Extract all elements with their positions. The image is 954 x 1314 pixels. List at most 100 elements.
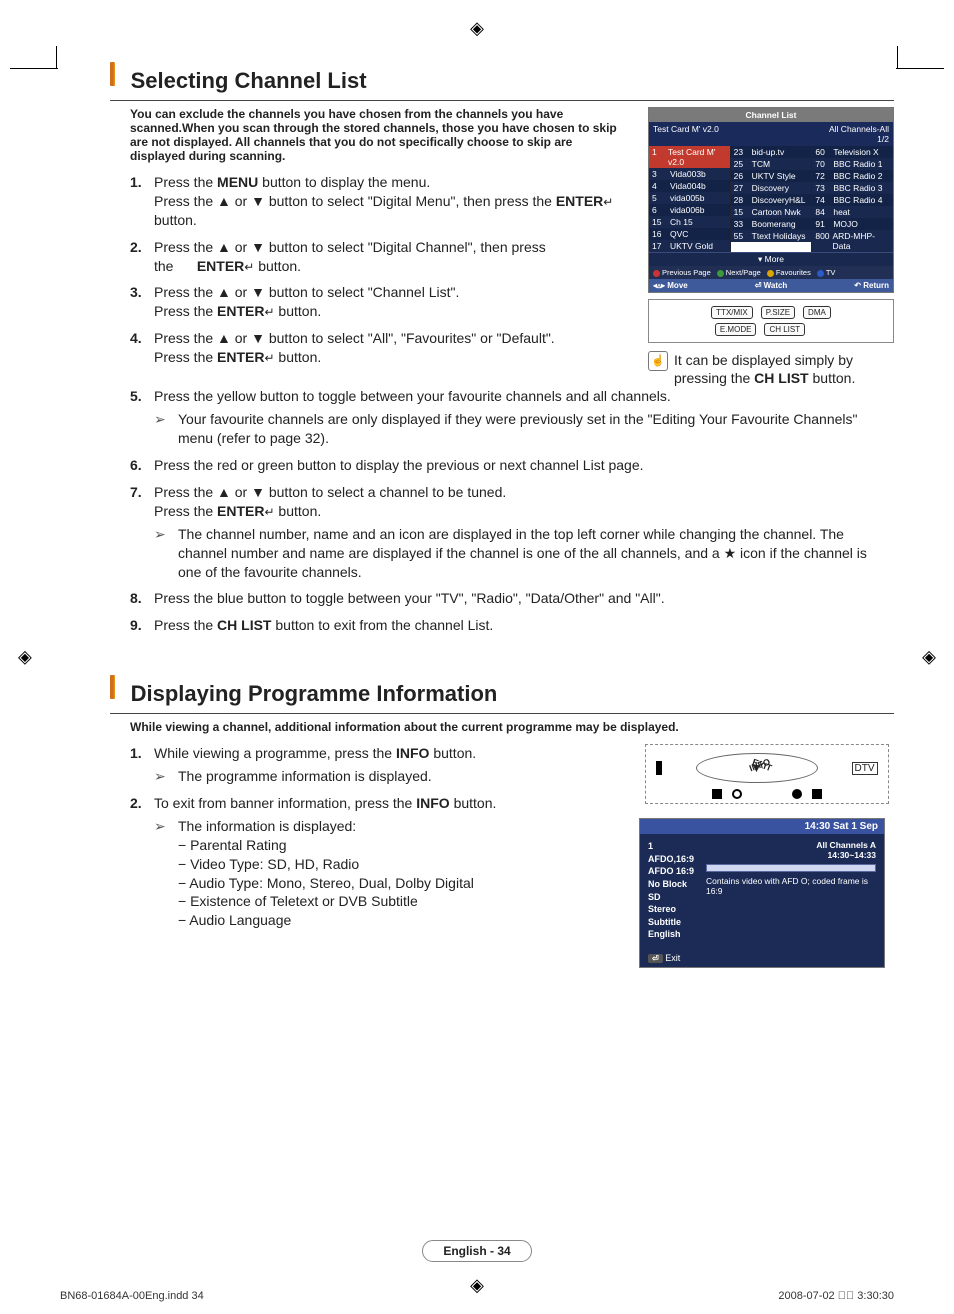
dtv-logo: DTV [852, 762, 878, 775]
step-number: 1. [130, 744, 154, 786]
page-footer: English - 34 [0, 1240, 954, 1262]
chlist-key: CH LIST [217, 617, 271, 633]
info-panel-time: 14:30 Sat 1 Sep [640, 819, 884, 834]
remote-buttons-sketch: TTX/MIX P.SIZE DMA E.MODE CH LIST x [648, 299, 894, 343]
channel-row: 73BBC Radio 3 [812, 182, 893, 194]
enter-icon: ↵ [264, 505, 274, 519]
channel-row: 27Discovery [731, 182, 812, 194]
info-panel-desc: Contains video with AFD O; coded frame i… [706, 876, 876, 896]
channel-row: 23bid-up.tv [731, 146, 812, 158]
channel-row: 15Cartoon Nwk [731, 206, 812, 218]
chlist-note: ☝ It can be displayed simply by pressing… [648, 351, 894, 387]
enter-key: ENTER [217, 503, 264, 519]
channel-row: 800ARD-MHP-Data [812, 230, 893, 252]
remote-btn-ttxmix: TTX/MIX [711, 306, 753, 319]
info-item: − Video Type: SD, HD, Radio [154, 855, 629, 874]
step-number: 5. [130, 387, 154, 448]
channel-row: 74BBC Radio 4 [812, 194, 893, 206]
channel-list-legend: Previous Page Next/Page Favourites TV [649, 266, 893, 279]
step-number: 7. [130, 483, 154, 581]
channel-row: 84heat [812, 206, 893, 218]
channel-list-screenshot: Channel List Test Card M' v2.0 All Chann… [648, 107, 894, 293]
info-panel-left-line: Stereo [648, 903, 698, 916]
enter-icon: ↵ [264, 351, 274, 365]
remote-btn-emode: E.MODE [715, 323, 757, 336]
progress-bar [706, 864, 876, 872]
sub-arrow-icon: ➢ [154, 817, 178, 836]
channel-row: 26UKTV Style [731, 170, 812, 182]
info-key: INFO [416, 795, 449, 811]
sub-arrow-icon: ➢ [154, 410, 178, 448]
channel-row: 60Television X [812, 146, 893, 158]
enter-icon: ↵ [244, 260, 254, 274]
channel-row: 1Test Card M' v2.0 [649, 146, 730, 168]
info-panel-left-line: Subtitle [648, 916, 698, 929]
enter-key: ENTER [217, 303, 264, 319]
title-accent-bar [110, 62, 115, 86]
info-panel-exit: Exit [665, 953, 680, 963]
section1-steps-cont: 5. Press the yellow button to toggle bet… [130, 387, 894, 635]
print-metadata: BN68-01684A-00Eng.indd 34 2008-07-02 ￿￿ … [60, 1290, 894, 1302]
remote-nav-sketch: INFO EXIT ▼ DTV [645, 744, 889, 804]
programme-info-panel: 14:30 Sat 1 Sep 1 AFDO,16:9AFDO 16:9No B… [639, 818, 885, 968]
channel-row: 4Vida004b [649, 180, 730, 192]
info-item: − Existence of Teletext or DVB Subtitle [154, 892, 629, 911]
info-item: − Audio Language [154, 911, 629, 930]
title-accent-bar [110, 675, 115, 699]
step-number: 1. [130, 173, 154, 230]
channel-row: 28DiscoveryH&L [731, 194, 812, 206]
channel-row: 17UKTV Gold [649, 240, 730, 252]
channel-row: 91MOJO [812, 218, 893, 230]
info-panel-left-line: SD [648, 891, 698, 904]
channel-list-title: Channel List [649, 108, 893, 122]
section2-title: Displaying Programme Information [123, 681, 498, 707]
enter-icon: ↵ [264, 306, 274, 320]
section1-steps: 1. Press the MENU button to display the … [130, 173, 638, 367]
channel-row: 55Ttext Holidays [731, 230, 812, 242]
channel-row: 70BBC Radio 1 [812, 158, 893, 170]
section1-intro: You can exclude the channels you have ch… [110, 107, 630, 163]
channel-row: 72BBC Radio 2 [812, 170, 893, 182]
info-item: − Audio Type: Mono, Stereo, Dual, Dolby … [154, 874, 629, 893]
info-panel-left-line: No Block [648, 878, 698, 891]
menu-key: MENU [217, 174, 258, 190]
section2-steps: 1. While viewing a programme, press the … [130, 744, 629, 930]
channel-row: 5vida005b [649, 192, 730, 204]
info-panel-left-line: English [648, 928, 698, 941]
step-number: 8. [130, 589, 154, 608]
step-number: 6. [130, 456, 154, 475]
step-number: 2. [130, 238, 154, 276]
info-panel-left-line: 1 AFDO,16:9 [648, 840, 698, 865]
channel-row: 16QVC [649, 228, 730, 240]
info-panel-left-line: AFDO 16:9 [648, 865, 698, 878]
section1-title: Selecting Channel List [123, 68, 367, 94]
remote-btn-dma: DMA [803, 306, 831, 319]
sub-arrow-icon: ➢ [154, 525, 178, 582]
channel-list-more: ▾ More [649, 252, 893, 266]
remote-btn-chlist: CH LIST [764, 323, 805, 336]
enter-key: ENTER [217, 349, 264, 365]
section1-title-wrap: Selecting Channel List [110, 50, 894, 98]
channel-row: 33Boomerang [731, 218, 812, 230]
channel-list-meta-left: Test Card M' v2.0 [653, 124, 719, 144]
channel-row: 3Vida003b [649, 168, 730, 180]
step-number: 3. [130, 283, 154, 321]
channel-row: 25TCM [731, 158, 812, 170]
enter-key: ENTER [556, 193, 603, 209]
arrow-down-icon: ▼ [751, 761, 763, 775]
section2-title-wrap: Displaying Programme Information [110, 663, 894, 711]
remote-btn-psize: P.SIZE [761, 306, 795, 319]
channel-row: 15Ch 15 [649, 216, 730, 228]
channel-row: 6vida006b [649, 204, 730, 216]
enter-key: ENTER [197, 258, 244, 274]
hand-point-icon: ☝ [648, 351, 668, 371]
section2-intro: While viewing a channel, additional info… [110, 720, 890, 734]
info-item: − Parental Rating [154, 836, 629, 855]
step-number: 4. [130, 329, 154, 367]
page-number-tag: English - 34 [422, 1240, 531, 1262]
info-key: INFO [396, 745, 429, 761]
step-number: 2. [130, 794, 154, 930]
enter-icon: ↵ [603, 195, 613, 209]
sub-arrow-icon: ➢ [154, 767, 178, 786]
step-number: 9. [130, 616, 154, 635]
